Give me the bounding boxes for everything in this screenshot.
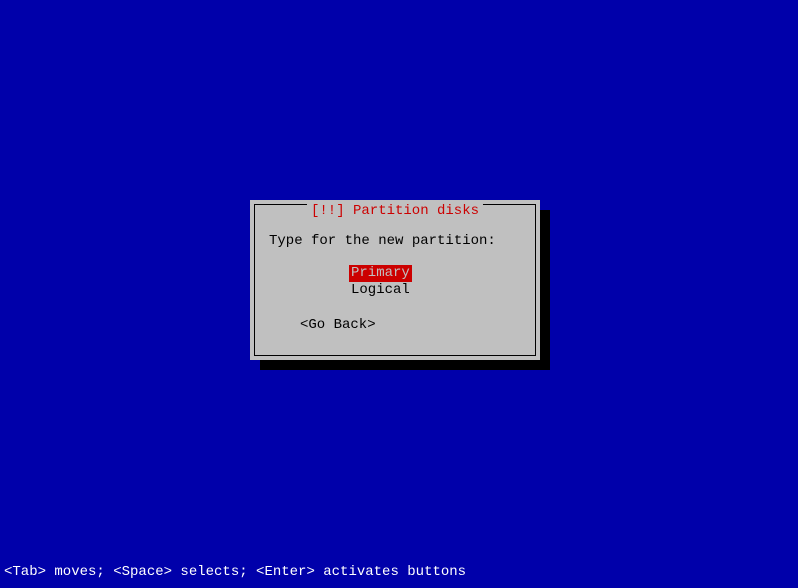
dialog-border: [!!] Partition disks Type for the new pa…	[254, 204, 536, 356]
partition-dialog: [!!] Partition disks Type for the new pa…	[250, 200, 540, 360]
partition-type-options: Primary Logical	[349, 265, 412, 299]
dialog-title: [!!] Partition disks	[307, 203, 483, 219]
go-back-button[interactable]: <Go Back>	[300, 317, 376, 333]
option-logical[interactable]: Logical	[349, 282, 412, 299]
help-bar: <Tab> moves; <Space> selects; <Enter> ac…	[4, 564, 466, 580]
dialog-prompt: Type for the new partition:	[269, 233, 496, 249]
option-primary[interactable]: Primary	[349, 265, 412, 282]
